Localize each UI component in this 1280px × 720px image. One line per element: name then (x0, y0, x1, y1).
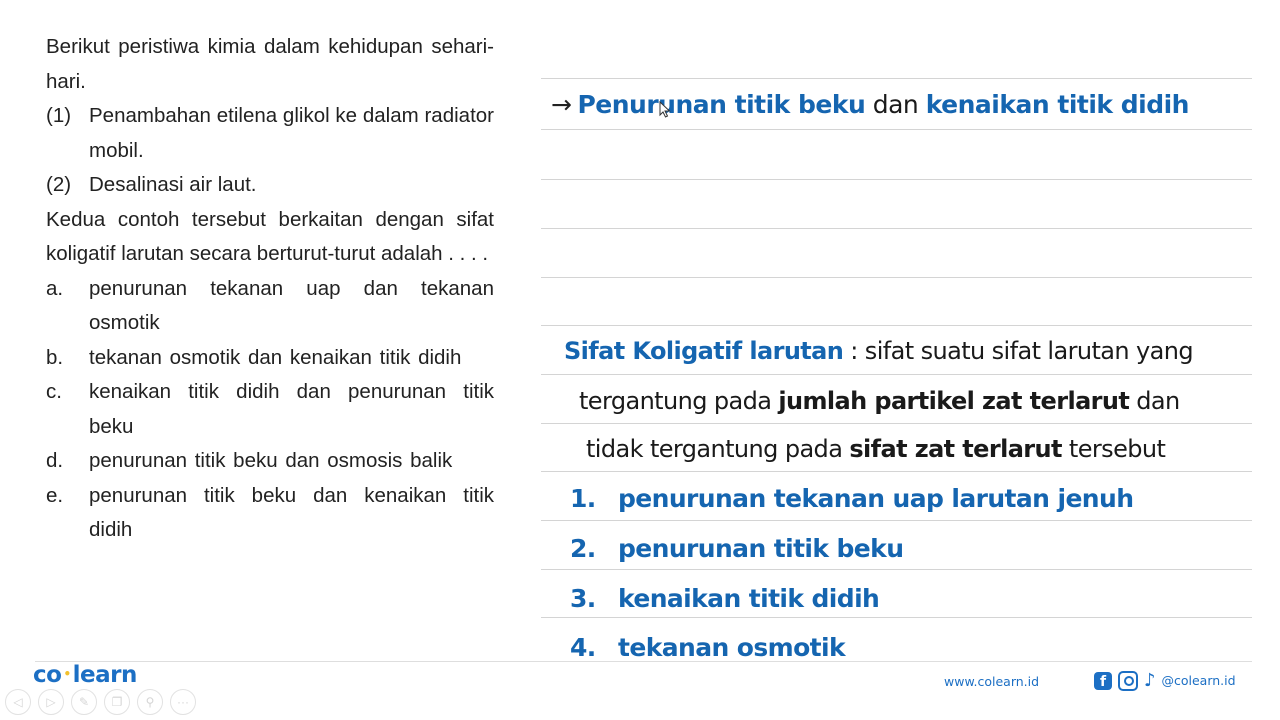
ruled-line (541, 520, 1252, 521)
list-text: penurunan tekanan uap larutan jenuh (618, 484, 1134, 513)
list-text: tekanan osmotik (618, 633, 846, 662)
pen-button[interactable]: ✎ (71, 689, 97, 715)
event-text: Penambahan etilena glikol ke dalam radia… (89, 104, 494, 162)
question-intro: Berikut peristiwa kimia dalam kehidupan … (46, 35, 494, 93)
answer-connector: dan (865, 90, 926, 119)
list-number: 3. (570, 584, 596, 613)
option-letter: e. (46, 483, 64, 507)
ruled-line (541, 569, 1252, 570)
definition-text: tergantung pada (579, 387, 779, 415)
list-number: 4. (570, 633, 596, 662)
arrow-right-icon: → (551, 90, 572, 119)
event-number: (2) (46, 173, 72, 196)
list-number: 1. (570, 484, 596, 513)
logo-text-learn: learn (72, 662, 138, 688)
social-links: f ♪ @colearn.id (1094, 670, 1236, 691)
answer-option-c[interactable]: c. kenaikan titik didih dan penurunan ti… (46, 375, 494, 444)
event-text: Desalinasi air laut. (89, 173, 257, 196)
definition-line-3: tidak tergantung pada sifat zat terlarut… (586, 435, 1280, 463)
option-text: penurunan titik beku dan osmosis balik (89, 449, 453, 472)
list-number: 2. (570, 534, 596, 563)
prev-button[interactable]: ◁ (5, 689, 31, 715)
ruled-line (541, 228, 1252, 229)
zoom-button[interactable]: ⚲ (137, 689, 163, 715)
next-icon: ▷ (46, 695, 56, 709)
more-button[interactable]: ··· (170, 689, 196, 715)
option-text: penurunan tekanan uap dan tekanan osmoti… (89, 276, 494, 335)
copy-icon: ❐ (111, 695, 123, 709)
option-text: kenaikan titik didih dan penurunan titik… (89, 380, 494, 438)
definition-term: Sifat Koligatif larutan (564, 337, 844, 365)
answer-note: → Penurunan titik beku dan kenaikan titik… (551, 90, 1262, 119)
tiktok-icon[interactable]: ♪ (1144, 670, 1156, 691)
ruled-line (541, 129, 1252, 130)
ruled-line (541, 617, 1252, 618)
option-letter: a. (46, 276, 64, 300)
ruled-line (541, 277, 1252, 278)
definition-text: tidak tergantung pada (586, 435, 850, 463)
option-text: penurunan titik beku dan kenaikan titik … (89, 483, 494, 542)
social-handle: @colearn.id (1161, 673, 1236, 688)
ruled-line (541, 325, 1252, 326)
ruled-line (541, 78, 1252, 79)
copy-button[interactable]: ❐ (104, 689, 130, 715)
mouse-cursor-icon (659, 101, 671, 118)
option-letter: b. (46, 345, 64, 369)
footer-divider (35, 661, 1252, 662)
definition-text: dan (1129, 387, 1180, 415)
colligative-list-item: 1. penurunan tekanan uap larutan jenuh (570, 484, 1280, 513)
logo-text-co: co (33, 662, 62, 688)
definition-line-1: Sifat Koligatif larutan : sifat suatu si… (564, 337, 1275, 365)
answer-part-2: kenaikan titik didih (925, 90, 1190, 119)
answer-option-e[interactable]: e. penurunan titik beku dan kenaikan tit… (46, 479, 494, 548)
facebook-icon[interactable]: f (1094, 671, 1112, 690)
ruled-line (541, 423, 1252, 424)
ruled-line (541, 179, 1252, 180)
instagram-icon[interactable] (1118, 670, 1138, 691)
definition-emphasis: sifat zat terlarut (849, 435, 1062, 463)
answer-option-b[interactable]: b. tekanan osmotik dan kenaikan titik di… (46, 341, 494, 376)
option-text: tekanan osmotik dan kenaikan titik didih (89, 345, 462, 369)
definition-line-2: tergantung pada jumlah partikel zat terl… (579, 387, 1280, 415)
list-text: penurunan titik beku (618, 534, 904, 563)
pen-icon: ✎ (78, 695, 90, 709)
more-icon: ··· (177, 695, 189, 709)
event-item: (1) Penambahan etilena glikol ke dalam r… (46, 99, 494, 168)
colligative-list-item: 3. kenaikan titik didih (570, 584, 1280, 613)
player-toolbar: ◁ ▷ ✎ ❐ ⚲ ··· (5, 689, 196, 715)
event-number: (1) (46, 104, 72, 127)
question-panel: Berikut peristiwa kimia dalam kehidupan … (46, 30, 494, 548)
ruled-line (541, 471, 1252, 472)
logo-dot: • (63, 667, 71, 681)
answer-part-1: Penurunan titik beku (577, 90, 866, 119)
prev-icon: ◁ (13, 695, 23, 709)
answer-option-a[interactable]: a. penurunan tekanan uap dan tekanan osm… (46, 272, 494, 341)
answer-option-d[interactable]: d. penurunan titik beku dan osmosis bali… (46, 444, 494, 479)
search-icon: ⚲ (145, 695, 155, 709)
definition-text: tersebut (1061, 435, 1166, 463)
event-item: (2) Desalinasi air laut. (46, 168, 494, 203)
colligative-list-item: 4. tekanan osmotik (570, 633, 1280, 662)
next-button[interactable]: ▷ (38, 689, 64, 715)
colearn-logo: co •learn (33, 662, 137, 688)
definition-emphasis: jumlah partikel zat terlarut (778, 387, 1130, 415)
list-text: kenaikan titik didih (618, 584, 880, 613)
definition-text: : sifat suatu sifat larutan yang (843, 337, 1193, 365)
option-letter: d. (46, 449, 64, 472)
question-stem: Kedua contoh tersebut berkaitan dengan s… (46, 207, 494, 266)
colligative-list-item: 2. penurunan titik beku (570, 534, 1280, 563)
ruled-line (541, 374, 1252, 375)
option-letter: c. (46, 380, 62, 403)
website-link[interactable]: www.colearn.id (944, 674, 1039, 689)
